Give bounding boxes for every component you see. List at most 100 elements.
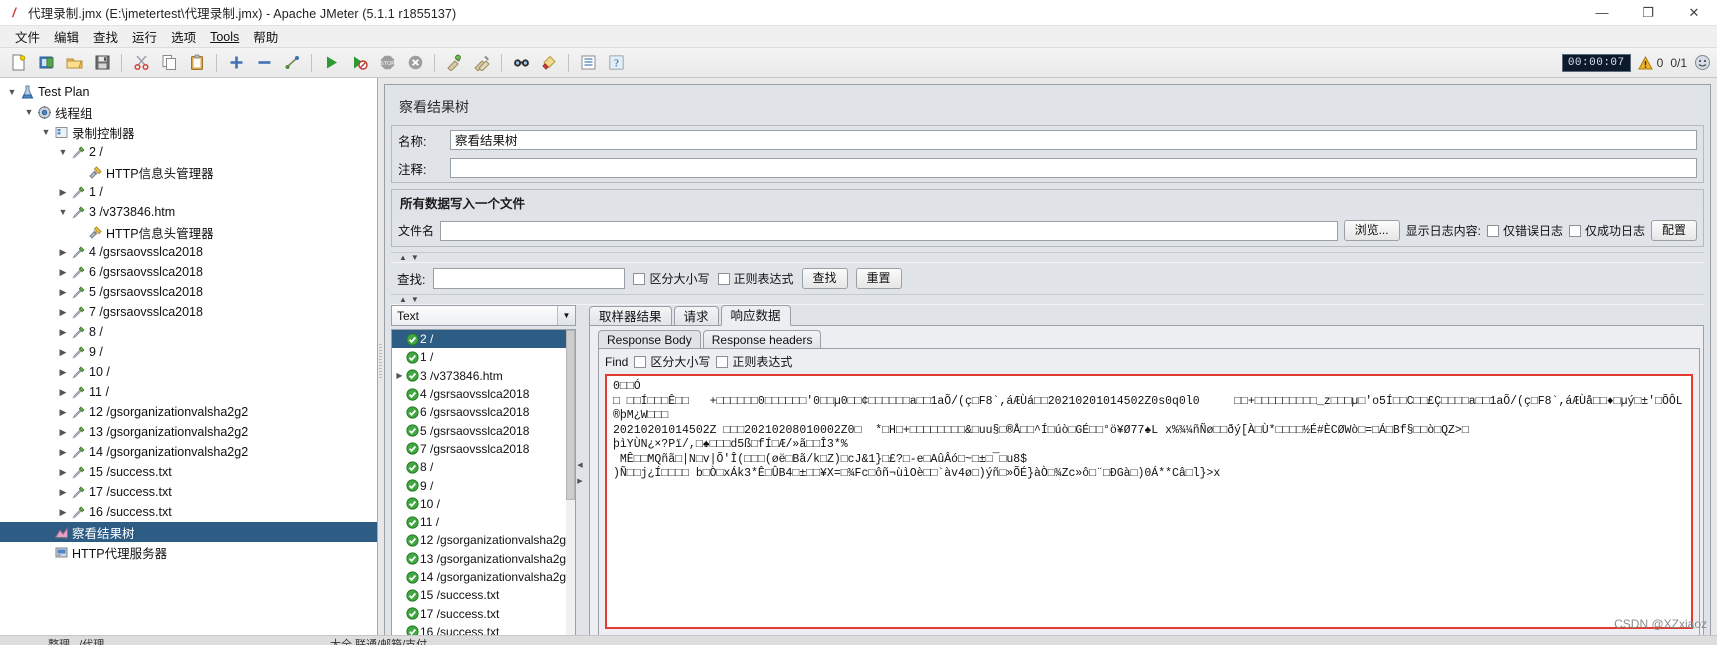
expand-toggle-icon[interactable]: ▶ — [57, 287, 69, 298]
tree-node[interactable]: HTTP代理服务器 — [0, 542, 377, 562]
sample-result-row[interactable]: 12 /gsorganizationvalsha2g2 — [392, 531, 575, 549]
response-subtab[interactable]: Response headers — [702, 330, 822, 349]
tree-node[interactable]: ▼ 录制控制器 — [0, 122, 377, 142]
tree-node[interactable]: ▼ 线程组 — [0, 102, 377, 122]
expand-toggle-icon[interactable]: ▶ — [57, 367, 69, 378]
expand-toggle-icon[interactable]: ▶ — [57, 467, 69, 478]
chevron-down-icon[interactable]: ▼ — [411, 253, 419, 262]
expand-toggle-icon[interactable]: ▶ — [57, 447, 69, 458]
search-icon[interactable] — [508, 51, 534, 75]
warning-indicator[interactable]: 0 — [1637, 55, 1663, 70]
menu-run[interactable]: 运行 — [125, 25, 164, 48]
chevron-right-icon[interactable]: ▶ — [577, 477, 582, 485]
tree-node[interactable]: ▼ 3 /v373846.htm — [0, 202, 377, 222]
tree-node[interactable]: ▶ 16 /success.txt — [0, 502, 377, 522]
find-case-box[interactable] — [634, 355, 647, 368]
sample-result-row[interactable]: 6 /gsrsaovsslca2018 — [392, 403, 575, 421]
filename-input[interactable] — [440, 220, 1338, 241]
taskbar-item[interactable]: 整理.../代理... — [48, 636, 113, 645]
sample-result-row[interactable]: 8 / — [392, 458, 575, 476]
results-scrollbar[interactable] — [566, 330, 575, 639]
save-icon[interactable] — [89, 51, 115, 75]
menu-search[interactable]: 查找 — [86, 25, 125, 48]
sample-result-row[interactable]: 5 /gsrsaovsslca2018 — [392, 421, 575, 439]
expand-toggle-icon[interactable]: ▶ — [57, 267, 69, 278]
find-button[interactable]: 查找 — [801, 268, 848, 289]
find-case-checkbox[interactable]: 区分大小写 — [634, 353, 710, 370]
expand-toggle-icon[interactable]: ▶ — [57, 327, 69, 338]
tree-node[interactable]: ▶ 1 / — [0, 182, 377, 202]
result-tabs[interactable]: 取样器结果 请求 响应数据 — [589, 305, 1704, 326]
tree-node[interactable]: ▶ 9 / — [0, 342, 377, 362]
expand-toggle-icon[interactable]: ▶ — [57, 507, 69, 518]
reset-button[interactable]: 重置 — [855, 268, 902, 289]
configure-button[interactable]: 配置 — [1650, 220, 1697, 241]
expand-toggle-icon[interactable]: ▶ — [57, 347, 69, 358]
chevron-left-icon[interactable]: ◀ — [577, 461, 582, 469]
menu-tools[interactable]: Tools — [203, 28, 246, 46]
tree-node[interactable]: ▶ 14 /gsorganizationvalsha2g2 — [0, 442, 377, 462]
browse-button[interactable]: 浏览... — [1343, 220, 1400, 241]
tree-node[interactable]: HTTP信息头管理器 — [0, 162, 377, 182]
expand-icon[interactable] — [223, 51, 249, 75]
chevron-down-icon-3[interactable]: ▼ — [557, 306, 575, 325]
close-button[interactable]: ✕ — [1671, 0, 1717, 26]
results-splitter[interactable]: ◀ ▶ — [576, 305, 584, 640]
tree-node[interactable]: HTTP信息头管理器 — [0, 222, 377, 242]
tree-node[interactable]: ▼ 2 / — [0, 142, 377, 162]
name-input[interactable]: 察看结果树 — [450, 130, 1697, 150]
find-regex-box[interactable] — [716, 355, 729, 368]
expand-toggle-icon[interactable]: ▶ — [57, 247, 69, 258]
chevron-up-icon-2[interactable]: ▲ — [399, 295, 407, 304]
search-case-box[interactable] — [633, 272, 646, 285]
sample-result-list[interactable]: 2 / 1 / ▶ 3 /v373846.htm 4 /gsrsaovsslca2018… — [391, 329, 576, 640]
menu-help[interactable]: 帮助 — [246, 25, 285, 48]
new-icon[interactable] — [5, 51, 31, 75]
tree-node[interactable]: ▶ 5 /gsrsaovsslca2018 — [0, 282, 377, 302]
chevron-down-icon-2[interactable]: ▼ — [411, 295, 419, 304]
result-tab[interactable]: 请求 — [673, 306, 719, 326]
collapse-toggle-icon[interactable]: ▼ — [57, 147, 69, 157]
templates-icon[interactable] — [33, 51, 59, 75]
search-regex-box[interactable] — [717, 272, 730, 285]
expand-toggle-icon[interactable]: ▶ — [57, 187, 69, 198]
test-plan-tree[interactable]: ▼ Test Plan ▼ 线程组 ▼ 录制控制器 ▼ 2 /HTTP信息头管理器 ▶ 1 /▼ 3… — [0, 78, 377, 562]
search-case-checkbox[interactable]: 区分大小写 — [633, 270, 710, 287]
expand-toggle-icon[interactable]: ▶ — [57, 427, 69, 438]
cut-icon[interactable] — [128, 51, 154, 75]
expand-toggle-icon[interactable]: ▶ — [57, 407, 69, 418]
menu-options[interactable]: 选项 — [164, 25, 203, 48]
tree-node[interactable]: ▶ 12 /gsorganizationvalsha2g2 — [0, 402, 377, 422]
result-tab[interactable]: 响应数据 — [720, 305, 791, 326]
collapse-toggle-icon[interactable]: ▼ — [57, 207, 69, 217]
expand-toggle-icon[interactable]: ▶ — [394, 371, 405, 380]
render-selector[interactable]: Text ▼ — [391, 305, 576, 326]
start-icon[interactable] — [318, 51, 344, 75]
successes-only-box[interactable] — [1568, 224, 1581, 237]
collapse-icon[interactable] — [251, 51, 277, 75]
sample-result-row[interactable]: 4 /gsrsaovsslca2018 — [392, 385, 575, 403]
tree-node[interactable]: ▶ 6 /gsrsaovsslca2018 — [0, 262, 377, 282]
maximize-button[interactable]: ❐ — [1625, 0, 1671, 26]
tree-node[interactable]: ▶ 4 /gsrsaovsslca2018 — [0, 242, 377, 262]
sample-result-row[interactable]: 2 / — [392, 330, 575, 349]
collapse-toggle-icon[interactable]: ▼ — [40, 127, 52, 137]
paste-icon[interactable] — [184, 51, 210, 75]
expand-toggle-icon[interactable]: ▶ — [57, 487, 69, 498]
chevron-up-icon[interactable]: ▲ — [399, 253, 407, 262]
sample-result-row[interactable]: 15 /success.txt — [392, 586, 575, 604]
search-input[interactable] — [433, 268, 626, 289]
reset-search-icon[interactable] — [536, 51, 562, 75]
errors-only-box[interactable] — [1486, 224, 1499, 237]
shutdown-icon[interactable] — [402, 51, 428, 75]
tree-node[interactable]: ▶ 10 / — [0, 362, 377, 382]
tree-node[interactable]: ▶ 7 /gsrsaovsslca2018 — [0, 302, 377, 322]
sample-result-row[interactable]: ▶ 3 /v373846.htm — [392, 367, 575, 385]
response-subtab[interactable]: Response Body — [598, 330, 701, 349]
sample-result-row[interactable]: 1 / — [392, 348, 575, 366]
start-no-pauses-icon[interactable] — [346, 51, 372, 75]
tree-node[interactable]: ▶ 11 / — [0, 382, 377, 402]
open-icon[interactable] — [61, 51, 87, 75]
result-tab[interactable]: 取样器结果 — [589, 306, 672, 326]
tree-node[interactable]: ▶ 8 / — [0, 322, 377, 342]
